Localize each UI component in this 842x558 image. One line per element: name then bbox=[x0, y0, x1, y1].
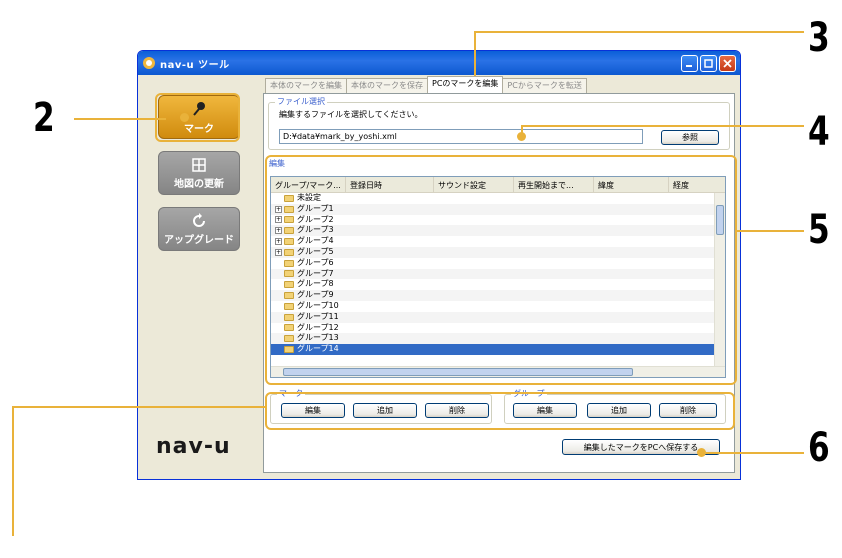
callout-line-2 bbox=[74, 118, 166, 120]
maximize-button[interactable] bbox=[700, 54, 717, 72]
window-title: nav-u ツール bbox=[160, 59, 230, 71]
file-select-label: ファイル選択 bbox=[275, 96, 327, 107]
sidebar-item-map-update[interactable]: 地図の更新 bbox=[158, 151, 240, 195]
file-select-instruction: 編集するファイルを選択してください。 bbox=[279, 110, 423, 119]
callout-3: 3 bbox=[808, 15, 830, 61]
highlight-list bbox=[265, 155, 737, 385]
tab-transfer-pc-marks[interactable]: PCからマークを転送 bbox=[502, 78, 587, 93]
minimize-button[interactable] bbox=[681, 54, 698, 72]
callout-line-3a bbox=[474, 31, 804, 33]
callout-4: 4 bbox=[808, 109, 830, 155]
grid-icon bbox=[192, 157, 206, 172]
tab-bar: 本体のマークを編集 本体のマークを保存 PCのマークを編集 PCからマークを転送 bbox=[265, 76, 587, 94]
titlebar: nav-u ツール bbox=[138, 51, 740, 75]
sidebar-item-upgrade[interactable]: アップグレード bbox=[158, 207, 240, 251]
file-path-field[interactable]: D:¥data¥mark_by_yoshi.xml bbox=[279, 129, 643, 144]
close-icon bbox=[723, 58, 732, 68]
maximize-icon bbox=[704, 58, 713, 68]
tab-save-device-marks[interactable]: 本体のマークを保存 bbox=[346, 78, 428, 93]
tab-edit-device-marks[interactable]: 本体のマークを編集 bbox=[265, 78, 347, 93]
highlight-mark-button bbox=[155, 93, 240, 142]
callout-2: 2 bbox=[33, 95, 55, 141]
sidebar-item-label: 地図の更新 bbox=[174, 178, 224, 190]
callout-5: 5 bbox=[808, 207, 830, 253]
app-icon bbox=[142, 56, 156, 70]
callout-dot-2 bbox=[180, 113, 189, 122]
callout-dot-6 bbox=[697, 448, 706, 457]
nav-u-logo: nav-u bbox=[156, 434, 231, 459]
callout-line-1a bbox=[12, 406, 265, 408]
callout-dot-4 bbox=[517, 132, 526, 141]
browse-button[interactable]: 参照 bbox=[661, 130, 719, 145]
close-button[interactable] bbox=[719, 54, 736, 72]
callout-line-5 bbox=[737, 230, 804, 232]
refresh-icon bbox=[193, 212, 205, 227]
callout-line-6 bbox=[706, 452, 804, 454]
tab-edit-pc-marks[interactable]: PCのマークを編集 bbox=[427, 76, 504, 93]
callout-6: 6 bbox=[808, 425, 830, 471]
sidebar-item-label: アップグレード bbox=[164, 234, 234, 246]
highlight-buttons bbox=[265, 392, 735, 430]
minimize-icon bbox=[686, 64, 692, 67]
callout-line-4a bbox=[521, 125, 804, 127]
callout-line-1b bbox=[12, 406, 14, 536]
